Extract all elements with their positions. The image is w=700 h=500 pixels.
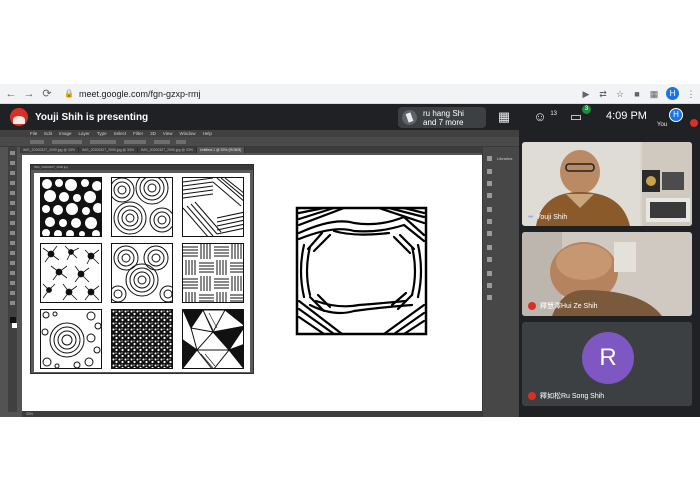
participant-name: 釋如松Ru Song Shih bbox=[540, 393, 605, 400]
pattern-tile-weave bbox=[182, 243, 244, 303]
shared-screen-photoshop: File Edit Image Layer Type Select Filter… bbox=[0, 130, 519, 417]
meet-top-bar: Youji Shih is presenting ru hang Shi and… bbox=[0, 104, 700, 130]
ps-right-panel: Libraries bbox=[482, 147, 519, 417]
ps-menu-window: Window bbox=[179, 131, 196, 136]
layout-grid-icon[interactable]: ▦ bbox=[495, 108, 513, 126]
apps-icon[interactable]: ▦ bbox=[649, 89, 659, 99]
star-icon[interactable]: ☆ bbox=[615, 89, 625, 99]
ps-options-bar bbox=[0, 137, 519, 147]
more-menu-icon[interactable]: ⋮ bbox=[686, 89, 696, 99]
ps-toolbox bbox=[8, 147, 17, 412]
presenter-indicator: Youji Shih is presenting bbox=[10, 108, 148, 126]
participant-name: 釋慧澤Hui Ze Shih bbox=[540, 303, 598, 310]
translate-icon[interactable]: ⇄ bbox=[598, 89, 608, 99]
ps-menu-type: Type bbox=[96, 131, 107, 136]
reference-image-window: IMG_20200327_2090.jpg bbox=[30, 164, 254, 374]
forward-icon[interactable]: → bbox=[22, 87, 36, 101]
muted-mic-icon bbox=[528, 392, 536, 400]
video-tile-hui-ze-shih[interactable]: 釋慧澤Hui Ze Shih bbox=[522, 232, 692, 316]
ps-menu-view: View bbox=[162, 131, 173, 136]
reload-icon[interactable]: ⟳ bbox=[40, 87, 54, 101]
self-avatar[interactable]: H bbox=[669, 108, 683, 122]
zentangle-reference-sheet bbox=[34, 173, 250, 372]
screen: ← → ⟳ 🔒 meet.google.com/fgn-gzxp-rmj ▶ ⇄… bbox=[0, 0, 700, 500]
video-tile-youji-shih[interactable]: ••• Youji Shih bbox=[522, 142, 692, 226]
camera-icon[interactable]: ▶ bbox=[581, 89, 591, 99]
reference-window-title: IMG_20200327_2090.jpg bbox=[31, 165, 253, 170]
octagon-drawing bbox=[295, 206, 428, 336]
participant-name-tag: 釋慧澤Hui Ze Shih bbox=[528, 301, 598, 311]
participants-panel: ••• Youji Shih 釋慧澤Hui Ze Shih R 釋如松Ru So… bbox=[519, 130, 700, 417]
clock: 4:09 PM bbox=[606, 110, 647, 122]
ps-tab: IMG_20200327_2090.jpg @ 33% bbox=[79, 147, 139, 153]
profile-avatar[interactable]: H bbox=[666, 87, 679, 100]
pattern-tile-triangles bbox=[182, 309, 244, 369]
ps-menu-filter: Filter bbox=[133, 131, 144, 136]
pattern-tile-spiky bbox=[40, 243, 102, 303]
speaking-dots-icon: ••• bbox=[528, 214, 533, 221]
ps-tab: IMG_20200327_2090.jpg @ 33% bbox=[138, 147, 198, 153]
self-muted-mic-icon bbox=[690, 119, 698, 127]
chat-icon[interactable]: ▭ 3 bbox=[567, 105, 591, 126]
ps-menu-file: File bbox=[30, 131, 38, 136]
self-label: You bbox=[657, 122, 668, 128]
pattern-tile-hatching bbox=[182, 177, 244, 237]
address-bar[interactable]: meet.google.com/fgn-gzxp-rmj bbox=[79, 89, 201, 99]
people-icon[interactable]: ☺ 13 bbox=[531, 108, 557, 126]
pattern-tile-arcs bbox=[111, 177, 173, 237]
presenter-avatar bbox=[10, 108, 28, 126]
ps-menu-bar: File Edit Image Layer Type Select Filter… bbox=[0, 130, 519, 137]
ps-menu-help: Help bbox=[202, 131, 212, 136]
ps-menu-image: Image bbox=[59, 131, 72, 136]
pattern-tile-circles bbox=[40, 177, 102, 237]
participant-name: Youji Shih bbox=[536, 214, 568, 221]
ps-tab-active: Untitled-1 @ 33% (RGB/8) bbox=[197, 147, 246, 153]
ps-menu-3d: 3D bbox=[150, 131, 156, 136]
meet-controls: ▦ ☺ 13 ▭ 3 bbox=[495, 104, 603, 130]
participants-chip-text: ru hang Shi and 7 more bbox=[423, 108, 464, 127]
chat-badge: 3 bbox=[582, 105, 591, 114]
pattern-tile-scallops bbox=[111, 243, 173, 303]
participant-name-tag: 釋如松Ru Song Shih bbox=[528, 391, 604, 401]
ps-canvas: IMG_20200327_2090.jpg bbox=[22, 155, 482, 411]
participant-chip-avatar bbox=[402, 110, 417, 125]
ps-libraries-label: Libraries bbox=[497, 156, 513, 161]
pattern-tile-bubbles bbox=[40, 309, 102, 369]
ps-status-bar: 33% bbox=[22, 411, 482, 417]
ps-document-tabs: IMG_20200327_2090.jpg @ 33% IMG_20200327… bbox=[20, 147, 490, 153]
muted-mic-icon bbox=[528, 302, 536, 310]
browser-actions: ▶ ⇄ ☆ ■ ▦ H ⋮ bbox=[581, 87, 696, 100]
people-count: 13 bbox=[550, 111, 557, 117]
browser-toolbar: ← → ⟳ 🔒 meet.google.com/fgn-gzxp-rmj ▶ ⇄… bbox=[0, 84, 700, 104]
ps-menu-select: Select bbox=[113, 131, 127, 136]
lock-icon[interactable]: 🔒 bbox=[64, 89, 74, 98]
extension-icon[interactable]: ■ bbox=[632, 89, 642, 99]
video-tile-ru-song-shih[interactable]: R 釋如松Ru Song Shih bbox=[522, 322, 692, 406]
participants-chip[interactable]: ru hang Shi and 7 more bbox=[398, 107, 486, 128]
participant-avatar: R bbox=[582, 332, 634, 384]
ps-tab: IMG_20200327_2090.jpg @ 33% bbox=[20, 147, 80, 153]
presenting-text: Youji Shih is presenting bbox=[35, 111, 149, 123]
pattern-tile-stipple bbox=[111, 309, 173, 369]
ps-menu-edit: Edit bbox=[44, 131, 53, 136]
participant-name-tag: ••• Youji Shih bbox=[528, 214, 567, 221]
back-icon[interactable]: ← bbox=[4, 87, 18, 101]
ps-menu-layer: Layer bbox=[78, 131, 90, 136]
